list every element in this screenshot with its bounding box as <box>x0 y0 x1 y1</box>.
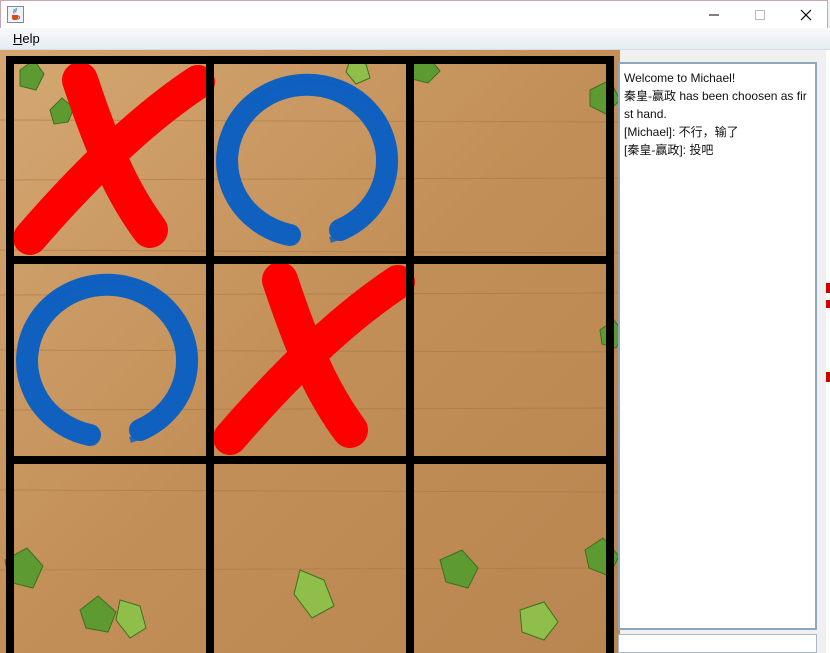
board-cell-2-2[interactable] <box>410 460 610 653</box>
game-board <box>0 50 620 653</box>
menu-help[interactable]: Help <box>13 31 40 46</box>
background-window-edge <box>826 50 830 653</box>
minimize-button[interactable] <box>691 1 737 29</box>
chat-log: Welcome to Michael! 秦皇-赢政 has been choose… <box>618 62 817 630</box>
background-window-mark <box>826 283 830 293</box>
close-button[interactable] <box>783 1 829 29</box>
chat-message: Welcome to Michael! <box>624 71 736 85</box>
board-canvas <box>0 50 620 653</box>
close-icon <box>800 9 812 21</box>
board-cell-2-0[interactable] <box>10 460 210 653</box>
board-cell-2-1[interactable] <box>210 460 410 653</box>
board-cells <box>10 60 610 653</box>
minimize-icon <box>709 14 719 16</box>
board-cell-1-2[interactable] <box>410 260 610 460</box>
menu-bar: Help <box>0 28 830 50</box>
chat-message: 秦皇-赢政 has been choosen as first hand. <box>624 89 807 121</box>
java-cup-icon[interactable] <box>7 6 24 23</box>
background-window-mark <box>826 300 830 308</box>
title-bar <box>0 0 828 28</box>
maximize-button[interactable] <box>737 1 783 29</box>
board-cell-0-2[interactable] <box>410 60 610 260</box>
chat-message: [秦皇-赢政]: 投吧 <box>624 143 714 157</box>
background-window-mark <box>826 372 830 382</box>
chat-input[interactable] <box>618 634 817 653</box>
maximize-icon <box>755 10 765 20</box>
chat-message: [Michael]: 不行，输了 <box>624 125 739 139</box>
